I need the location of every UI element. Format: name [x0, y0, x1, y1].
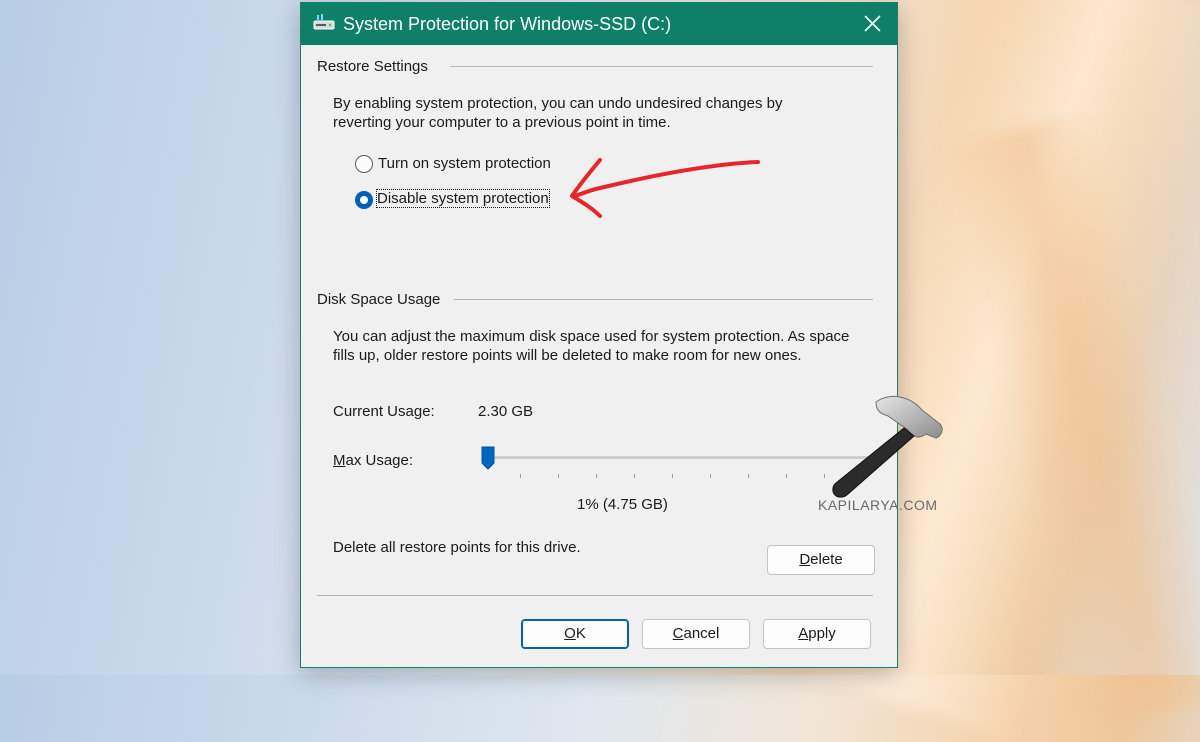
ok-button[interactable]: OK [521, 619, 629, 649]
disk-description-line2: fills up, older restore points will be d… [333, 347, 802, 364]
restore-description-line1: By enabling system protection, you can u… [333, 95, 783, 112]
slider-tick [748, 474, 749, 478]
slider-tick [634, 474, 635, 478]
slider-tick [672, 474, 673, 478]
close-button[interactable] [849, 3, 897, 45]
turn-on-protection-label[interactable]: Turn on system protection [378, 155, 551, 172]
current-usage-value: 2.30 GB [478, 403, 534, 420]
disable-protection-label[interactable]: Disable system protection [376, 189, 550, 208]
max-usage-value: 1% (4.75 GB) [577, 496, 668, 513]
slider-tick [786, 474, 787, 478]
slider-tick [710, 474, 711, 478]
turn-on-protection-radio[interactable] [355, 155, 373, 173]
system-protection-dialog: System Protection for Windows-SSD (C:) R… [300, 2, 898, 668]
group-divider [454, 299, 873, 300]
title-bar: System Protection for Windows-SSD (C:) [301, 3, 897, 45]
restore-description-line2: reverting your computer to a previous po… [333, 114, 671, 131]
watermark-text: KAPILARYA.COM [818, 497, 938, 513]
slider-tick [520, 474, 521, 478]
restore-settings-heading: Restore Settings [317, 58, 428, 75]
delete-restore-points-text: Delete all restore points for this drive… [333, 539, 581, 556]
apply-button[interactable]: Apply [763, 619, 871, 649]
dialog-title: System Protection for Windows-SSD (C:) [343, 14, 672, 34]
max-usage-slider-track[interactable] [484, 456, 868, 459]
max-usage-label: Max Usage: [333, 452, 414, 469]
wallpaper-highlight [939, 109, 1200, 731]
current-usage-label: Current Usage: [333, 403, 435, 420]
drive-icon [313, 14, 335, 30]
delete-button[interactable]: Delete [767, 545, 875, 575]
disk-space-heading: Disk Space Usage [317, 291, 441, 308]
slider-tick [596, 474, 597, 478]
annotation-arrow-icon [570, 158, 760, 218]
max-usage-slider-thumb[interactable] [481, 446, 495, 470]
close-icon [864, 15, 881, 32]
group-divider [450, 66, 873, 67]
footer-separator [317, 595, 873, 596]
slider-tick [558, 474, 559, 478]
disk-description-line1: You can adjust the maximum disk space us… [333, 328, 850, 345]
disable-protection-radio[interactable] [355, 191, 373, 209]
cancel-button[interactable]: Cancel [642, 619, 750, 649]
